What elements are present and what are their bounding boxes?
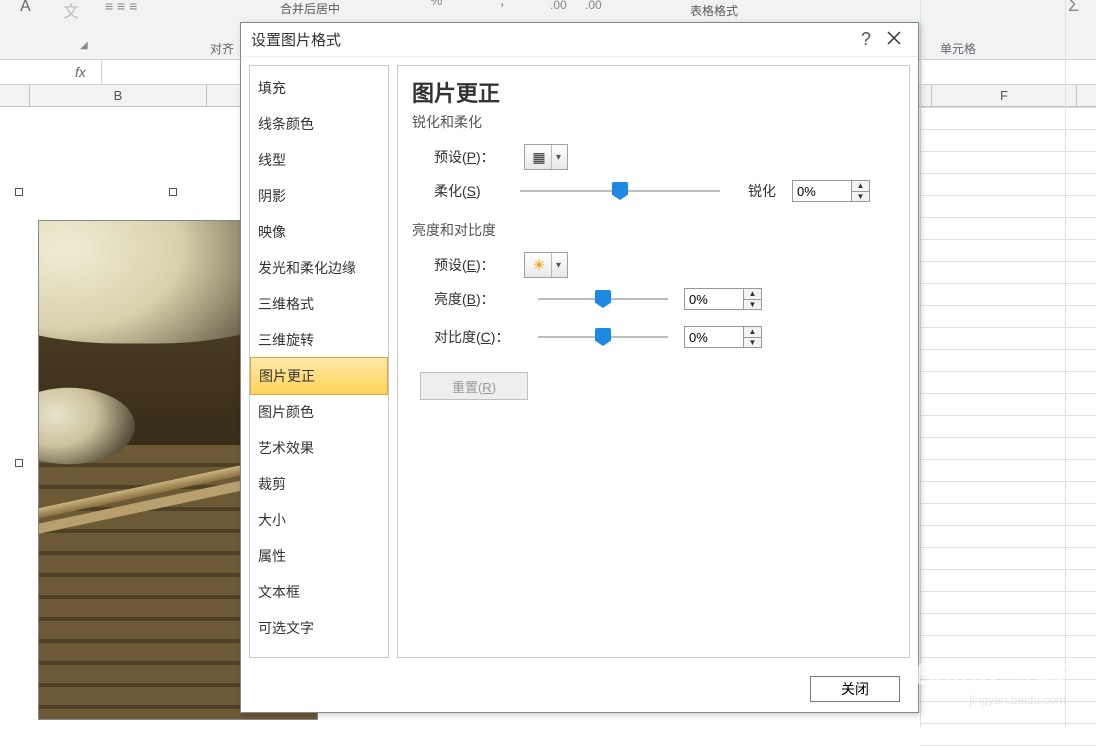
sidebar-item-7[interactable]: 三维旋转 — [250, 322, 388, 358]
group-cell-label: 单元格 — [940, 40, 976, 57]
resize-handle-t[interactable] — [169, 188, 177, 196]
watermark-brand: Baidu 经验 — [914, 658, 1066, 691]
percent-icon[interactable]: % — [430, 0, 442, 8]
phonetic-guide-icon: 文 — [63, 0, 79, 22]
sidebar-item-6[interactable]: 三维格式 — [250, 286, 388, 322]
dialog-close-icon[interactable] — [880, 29, 908, 50]
brightness-value[interactable] — [685, 289, 743, 309]
sharpen-spinner[interactable]: ▲▼ — [792, 180, 870, 202]
sidebar-item-10[interactable]: 艺术效果 — [250, 430, 388, 466]
sharpen-label: 锐化 — [736, 181, 776, 201]
caret-down-icon: ▾ — [551, 145, 565, 169]
merge-center-label[interactable]: 合并后居中 — [280, 0, 340, 17]
sharpen-slider[interactable] — [520, 182, 720, 200]
column-header-b[interactable]: B — [30, 85, 207, 106]
sidebar-item-3[interactable]: 阴影 — [250, 178, 388, 214]
sidebar-item-11[interactable]: 裁剪 — [250, 466, 388, 502]
brightness-spinner[interactable]: ▲▼ — [684, 288, 762, 310]
dialog-help-icon[interactable]: ? — [852, 29, 880, 50]
spinner-up-icon[interactable]: ▲ — [744, 289, 761, 300]
sidebar-item-9[interactable]: 图片颜色 — [250, 394, 388, 430]
sharpen-value[interactable] — [793, 181, 851, 201]
column-header-f[interactable]: F — [932, 85, 1077, 106]
dialog-main-panel: 图片更正 锐化和柔化 预设(P)： ▦ ▾ 柔化(S) 锐化 ▲▼ — [397, 65, 910, 658]
sidebar-item-4[interactable]: 映像 — [250, 214, 388, 250]
sidebar-item-5[interactable]: 发光和柔化边缘 — [250, 250, 388, 286]
dialog-titlebar[interactable]: 设置图片格式 ? — [241, 23, 918, 57]
sidebar-item-15[interactable]: 可选文字 — [250, 610, 388, 646]
fx-icon[interactable]: fx — [0, 64, 101, 80]
panel-title: 图片更正 — [412, 76, 895, 108]
preset-sharpen-icon: ▦ — [527, 146, 551, 168]
section-brightness-contrast: 亮度和对比度 — [412, 220, 895, 240]
increase-decimal-icon[interactable]: .00 — [550, 0, 567, 12]
preset-sharpen-label: 预设(P)： — [434, 147, 514, 167]
contrast-value[interactable] — [685, 327, 743, 347]
brightness-label: 亮度(B)： — [434, 289, 522, 309]
watermark-url: jingyan.baidu.com — [914, 693, 1066, 707]
spinner-up-icon[interactable]: ▲ — [852, 181, 869, 192]
close-button[interactable]: 关闭 — [810, 676, 900, 702]
preset-sharpen-dropdown[interactable]: ▦ ▾ — [524, 144, 568, 170]
contrast-label: 对比度(C)： — [434, 327, 522, 347]
spinner-down-icon[interactable]: ▼ — [744, 338, 761, 348]
brightness-slider[interactable] — [538, 290, 668, 308]
dialog-footer: 关闭 — [241, 666, 918, 712]
section-sharpen-soften: 锐化和柔化 — [412, 112, 895, 132]
sun-icon: ☀ — [527, 254, 551, 276]
select-all-corner[interactable] — [0, 85, 30, 106]
group-alignment-label: 对齐 — [210, 40, 234, 57]
dialog-title: 设置图片格式 — [251, 29, 852, 50]
dialog-launcher-icon[interactable]: ◢ — [80, 40, 88, 51]
preset-brightness-label: 预设(E)： — [434, 255, 514, 275]
spinner-down-icon[interactable]: ▼ — [852, 192, 869, 202]
resize-handle-l[interactable] — [15, 459, 23, 467]
sidebar-item-2[interactable]: 线型 — [250, 142, 388, 178]
contrast-spinner[interactable]: ▲▼ — [684, 326, 762, 348]
spinner-down-icon[interactable]: ▼ — [744, 300, 761, 310]
autosum-icon[interactable]: Σ — [1068, 0, 1079, 16]
spinner-up-icon[interactable]: ▲ — [744, 327, 761, 338]
resize-handle-tl[interactable] — [15, 188, 23, 196]
sidebar-item-8[interactable]: 图片更正 — [250, 357, 388, 395]
sidebar-item-1[interactable]: 线条颜色 — [250, 106, 388, 142]
font-size-a-glyph: A — [20, 0, 31, 16]
contrast-slider[interactable] — [538, 328, 668, 346]
sidebar-item-13[interactable]: 属性 — [250, 538, 388, 574]
reset-button: 重置(R) — [420, 372, 528, 400]
sidebar-item-14[interactable]: 文本框 — [250, 574, 388, 610]
align-icons: ≡ ≡ ≡ — [105, 0, 137, 14]
format-picture-dialog: 设置图片格式 ? 填充线条颜色线型阴影映像发光和柔化边缘三维格式三维旋转图片更正… — [240, 22, 919, 713]
soften-label: 柔化(S) — [434, 181, 504, 201]
table-format-label[interactable]: 表格格式 — [690, 2, 738, 19]
dialog-sidebar: 填充线条颜色线型阴影映像发光和柔化边缘三维格式三维旋转图片更正图片颜色艺术效果裁… — [249, 65, 389, 658]
preset-brightness-dropdown[interactable]: ☀ ▾ — [524, 252, 568, 278]
caret-down-icon: ▾ — [551, 253, 565, 277]
sidebar-item-0[interactable]: 填充 — [250, 70, 388, 106]
decrease-decimal-icon[interactable]: .00 — [585, 0, 602, 12]
sidebar-item-12[interactable]: 大小 — [250, 502, 388, 538]
comma-style-icon[interactable]: , — [500, 0, 504, 10]
